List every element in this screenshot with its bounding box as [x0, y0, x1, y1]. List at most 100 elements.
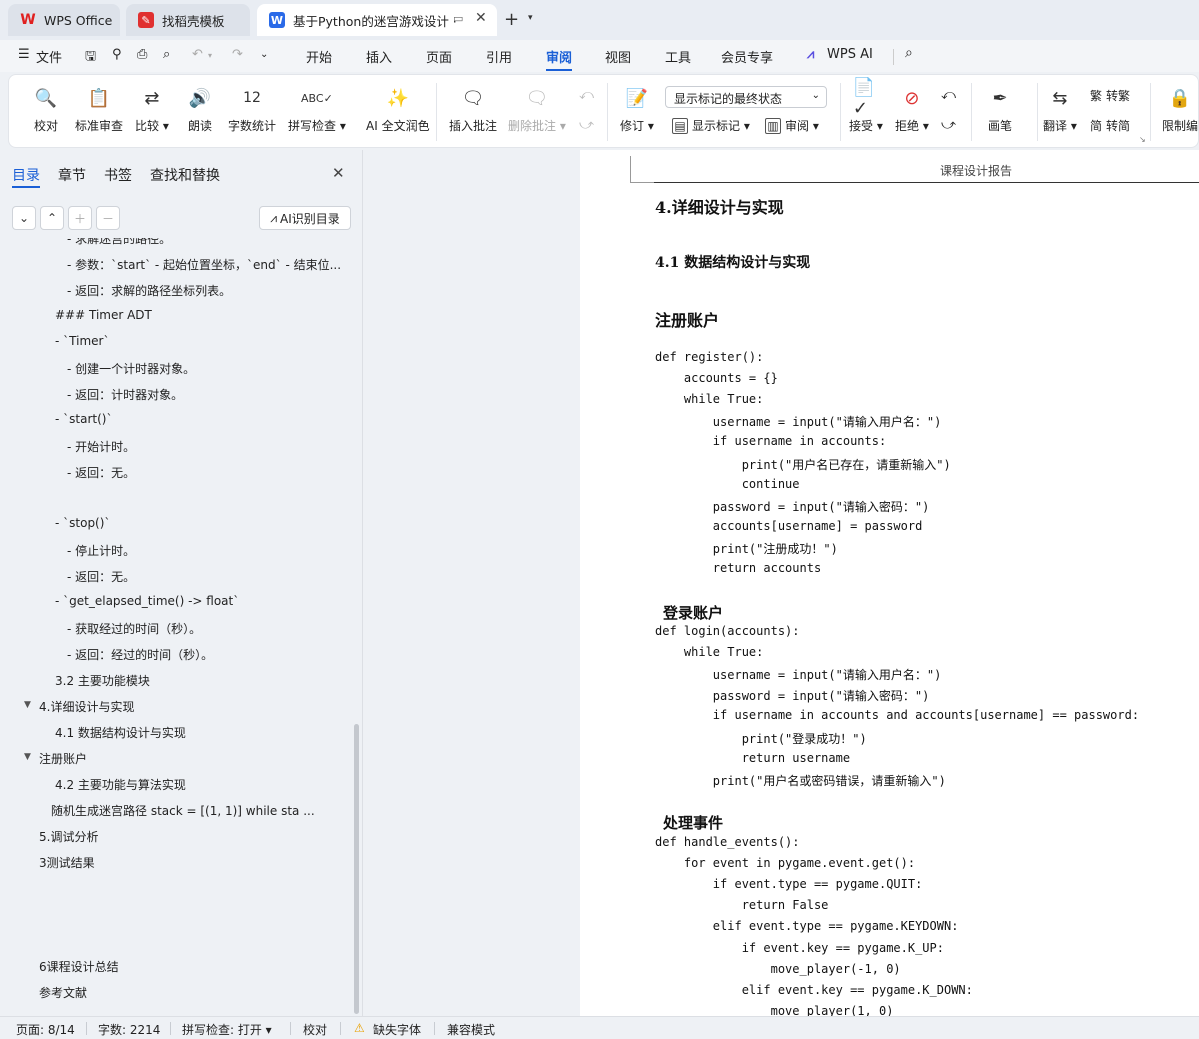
spell-check-status[interactable]: 拼写检查: 打开 ▾	[182, 1021, 272, 1038]
compat-mode-status[interactable]: 兼容模式	[447, 1021, 495, 1038]
toc-item[interactable]: 4.1 数据结构设计与实现	[55, 724, 186, 741]
new-tab-icon[interactable]: +	[504, 9, 519, 30]
ai-polish-button[interactable]: ✨ AI 全文润色	[366, 85, 430, 134]
nav-tab-find-replace[interactable]: 查找和替换	[150, 165, 220, 185]
toc-item[interactable]: - 返回：无。	[67, 464, 135, 481]
nav-tab-chapters[interactable]: 章节	[58, 165, 86, 185]
toc-item[interactable]: - 获取经过的时间（秒）。	[67, 620, 201, 637]
next-comment-icon[interactable]: ⤻	[579, 117, 594, 133]
menu-insert[interactable]: 插入	[366, 47, 392, 66]
previous-comment-icon[interactable]: ⤺	[579, 87, 594, 103]
close-tab-icon[interactable]: ✕	[475, 10, 487, 26]
read-aloud-button[interactable]: 🔊 朗读	[187, 85, 213, 134]
toc-item[interactable]: - 创建一个计时器对象。	[67, 360, 195, 377]
menu-view[interactable]: 视图	[605, 47, 631, 66]
show-markup-icon: ▤	[672, 117, 688, 134]
to-traditional-button[interactable]: 繁转繁	[1090, 87, 1130, 104]
toc-item[interactable]: - 返回：求解的路径坐标列表。	[67, 282, 231, 299]
nav-tab-bookmarks[interactable]: 书签	[104, 165, 132, 185]
toc-item[interactable]: - `stop()`	[55, 516, 110, 530]
accept-button[interactable]: 📄✓ 接受 ▾	[849, 77, 883, 134]
to-simplified-button[interactable]: 简转简	[1090, 117, 1130, 134]
menu-review[interactable]: 审阅	[546, 47, 572, 66]
toc-item[interactable]: - 停止计时。	[67, 542, 135, 559]
toc-item[interactable]: 6课程设计总结	[39, 958, 119, 975]
proofread-status[interactable]: 校对	[303, 1021, 327, 1038]
menu-file[interactable]: 文件	[36, 47, 62, 66]
tab-wps-office[interactable]: W WPS Office	[8, 4, 120, 36]
menu-tools[interactable]: 工具	[665, 47, 691, 66]
standard-review-button[interactable]: 📋 标准审查	[75, 85, 123, 134]
ai-toc-button[interactable]: ⩘ AI识别目录	[259, 206, 351, 230]
redo-icon[interactable]: ↷	[232, 47, 243, 62]
print-preview-icon[interactable]: ⌕	[163, 47, 170, 62]
nav-tab-toc[interactable]: 目录	[12, 165, 40, 185]
toc-item[interactable]: ### Timer ADT	[55, 308, 152, 322]
menu-page[interactable]: 页面	[426, 47, 452, 66]
show-markup-button[interactable]: ▤ 显示标记 ▾	[672, 117, 750, 134]
menu-references[interactable]: 引用	[486, 47, 512, 66]
menu-home[interactable]: 开始	[306, 47, 332, 66]
toc-item[interactable]: - 求解迷宫的路径。	[67, 238, 171, 247]
tab-document[interactable]: W 基于Python的迷宫游戏设计 · ▭ ✕	[257, 4, 497, 36]
toc-item[interactable]: - `Timer`	[55, 334, 109, 348]
undo-icon[interactable]: ↶	[192, 47, 203, 62]
code-line: move_player(1, 0)	[655, 1003, 894, 1016]
missing-font-status[interactable]: 缺失字体	[373, 1021, 421, 1038]
chevron-down-icon[interactable]: ▾	[528, 13, 533, 23]
toc-item[interactable]: - 返回：计时器对象。	[67, 386, 183, 403]
translate-button[interactable]: ⇆ 翻译 ▾	[1043, 85, 1077, 134]
toc-item[interactable]: - `start()`	[55, 412, 112, 426]
dialog-launcher-icon[interactable]: ↘	[1139, 135, 1146, 144]
search-icon[interactable]: ⌕	[905, 45, 913, 61]
toc-item[interactable]: 4.详细设计与实现	[39, 698, 134, 715]
pen-button[interactable]: ✒ 画笔	[987, 85, 1013, 134]
toc-item[interactable]: 3.2 主要功能模块	[55, 672, 150, 689]
toc-item[interactable]: - `get_elapsed_time() -> float`	[55, 594, 239, 608]
toc-item[interactable]: 3测试结果	[39, 854, 95, 871]
toc-item[interactable]: - 返回：经过的时间（秒）。	[67, 646, 213, 663]
document-page[interactable]: 课程设计报告 4.详细设计与实现 4.1 数据结构设计与实现 注册账户 def …	[580, 150, 1199, 1016]
reject-button[interactable]: ⊘ 拒绝 ▾	[895, 85, 929, 134]
review-pane-button[interactable]: ▥ 审阅 ▾	[765, 117, 819, 134]
page-indicator[interactable]: 页面: 8/14	[16, 1021, 75, 1038]
menu-member[interactable]: 会员专享	[721, 47, 773, 66]
menu-wps-ai[interactable]: WPS AI	[827, 47, 873, 62]
toc-item[interactable]: - 返回：无。	[67, 568, 135, 585]
add-heading-button[interactable]: ＋	[68, 206, 92, 230]
toc-item[interactable]: 注册账户	[39, 750, 87, 767]
spell-check-button[interactable]: ABC✓ 拼写检查 ▾	[288, 85, 346, 134]
key-icon[interactable]: ⚲	[112, 47, 122, 62]
monitor-icon[interactable]: ▭	[453, 12, 463, 25]
compare-button[interactable]: ⇄ 比较 ▾	[135, 85, 169, 134]
toc-item[interactable]: 参考文献	[39, 984, 87, 1001]
delete-comment-button[interactable]: 🗨 删除批注 ▾	[508, 85, 566, 134]
collapse-caret-icon[interactable]: ▼	[24, 700, 31, 710]
word-count-indicator[interactable]: 字数: 2214	[98, 1021, 160, 1038]
track-changes-button[interactable]: 📝 修订 ▾	[620, 85, 654, 134]
toc-item[interactable]: 5.调试分析	[39, 828, 98, 845]
toc-item[interactable]: 随机生成迷宫路径 stack = [(1, 1)] while sta ...	[51, 802, 343, 819]
undo-dropdown-icon[interactable]: ▾	[208, 51, 212, 60]
markup-mode-select[interactable]: 显示标记的最终状态 ⌄	[665, 86, 827, 108]
collapse-caret-icon[interactable]: ▼	[24, 752, 31, 762]
proofread-button[interactable]: 🔍 校对	[33, 85, 59, 134]
collapse-up-button[interactable]: ⌃	[40, 206, 64, 230]
toc-item[interactable]: 4.2 主要功能与算法实现	[55, 776, 186, 793]
remove-heading-button[interactable]: －	[96, 206, 120, 230]
previous-change-icon[interactable]: ⤺	[941, 87, 956, 103]
word-count-button[interactable]: 12 字数统计	[228, 85, 276, 134]
nav-scrollbar[interactable]	[354, 724, 359, 1014]
hamburger-icon[interactable]: ☰	[18, 47, 30, 62]
print-icon[interactable]: ⎙	[137, 47, 147, 62]
toc-item[interactable]: - 开始计时。	[67, 438, 135, 455]
restrict-edit-button[interactable]: 🔒 限制编	[1162, 85, 1198, 134]
quick-access-more-icon[interactable]: ⌄	[260, 49, 268, 60]
tab-docer[interactable]: ✎ 找稻壳模板	[126, 4, 250, 36]
close-pane-icon[interactable]: ✕	[332, 164, 345, 182]
next-change-icon[interactable]: ⤻	[941, 117, 956, 133]
expand-down-button[interactable]: ⌄	[12, 206, 36, 230]
save-icon[interactable]: 🖫	[85, 47, 96, 69]
insert-comment-button[interactable]: 🗨 插入批注	[449, 85, 497, 134]
toc-item[interactable]: - 参数：`start` - 起始位置坐标，`end` - 结束位...	[67, 256, 341, 273]
